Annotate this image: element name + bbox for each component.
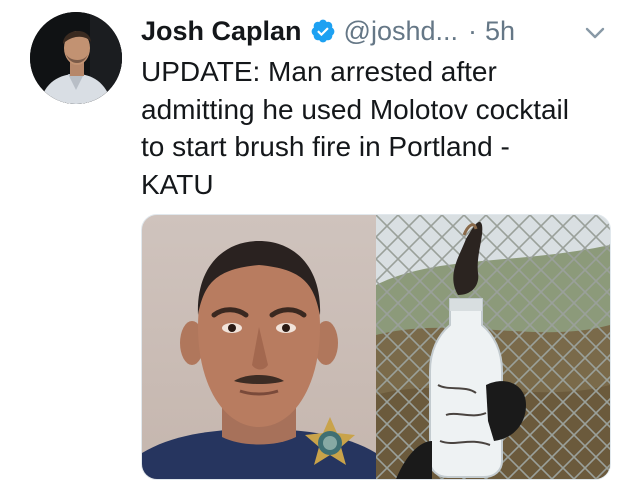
tweet-text: UPDATE: Man arrested after admitting he … [141,53,611,203]
tweet-text-line: to start brush fire in Portland - [141,131,510,162]
avatar[interactable] [30,12,122,104]
tweet-text-line: UPDATE: Man arrested after [141,56,497,87]
tweet-header: Josh Caplan @joshd... · 5h [141,14,515,48]
tweet-media [141,214,611,480]
tweet-text-line: KATU [141,168,214,200]
verified-badge-icon [310,18,336,44]
bottle-at-fence-photo[interactable] [376,215,610,479]
separator-dot: · [468,15,478,46]
user-handle[interactable]: @joshd... [344,16,458,47]
mugshot-photo[interactable] [142,215,376,479]
timestamp[interactable]: 5h [485,16,515,47]
display-name[interactable]: Josh Caplan [141,16,302,47]
tweet-text-line: admitting he used Molotov cocktail [141,93,569,125]
chevron-down-icon[interactable] [581,19,609,47]
tweet: Josh Caplan @joshd... · 5h UPDATE: Man a… [0,0,640,487]
avatar-image [30,12,122,104]
